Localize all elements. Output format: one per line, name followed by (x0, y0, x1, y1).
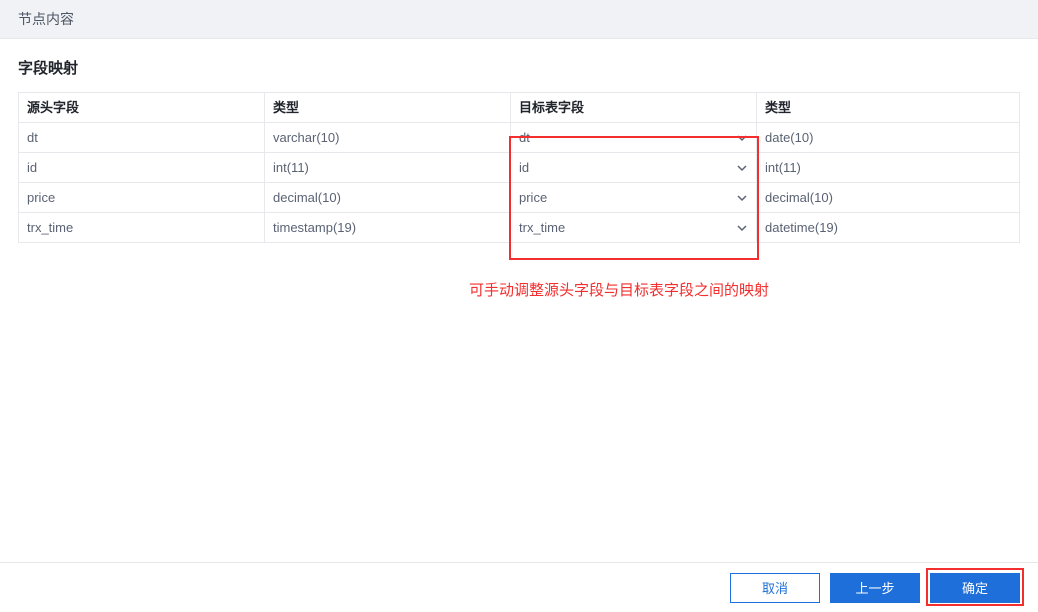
col-source-type: 类型 (265, 93, 511, 123)
chevron-down-icon (736, 132, 748, 144)
target-field-value: price (519, 184, 547, 212)
target-field-select[interactable]: id (511, 153, 756, 182)
dialog-header: 节点内容 (0, 0, 1038, 39)
dialog-content: 字段映射 源头字段 类型 目标表字段 类型 dt varchar(10) dt (0, 39, 1038, 243)
dialog-footer: 取消 上一步 确定 (0, 562, 1038, 612)
table-row: price decimal(10) price decimal(10) (19, 183, 1020, 213)
target-field-value: trx_time (519, 214, 565, 242)
chevron-down-icon (736, 222, 748, 234)
target-type-cell: datetime(19) (757, 213, 1020, 243)
target-field-value: id (519, 154, 529, 182)
chevron-down-icon (736, 192, 748, 204)
target-field-select[interactable]: price (511, 183, 756, 212)
annotation-text: 可手动调整源头字段与目标表字段之间的映射 (469, 279, 769, 300)
target-field-cell[interactable]: price (511, 183, 757, 213)
target-field-value: dt (519, 124, 530, 152)
col-target-field: 目标表字段 (511, 93, 757, 123)
cancel-button[interactable]: 取消 (730, 573, 820, 603)
dialog-title: 节点内容 (18, 11, 74, 27)
target-field-select[interactable]: dt (511, 123, 756, 152)
table-row: id int(11) id int(11) (19, 153, 1020, 183)
target-type-cell: decimal(10) (757, 183, 1020, 213)
target-field-cell[interactable]: id (511, 153, 757, 183)
target-type-cell: int(11) (757, 153, 1020, 183)
target-type-cell: date(10) (757, 123, 1020, 153)
confirm-button[interactable]: 确定 (930, 573, 1020, 603)
col-source-field: 源头字段 (19, 93, 265, 123)
target-field-cell[interactable]: dt (511, 123, 757, 153)
source-type-cell: decimal(10) (265, 183, 511, 213)
section-title: 字段映射 (18, 57, 1020, 78)
table-row: trx_time timestamp(19) trx_time datetime… (19, 213, 1020, 243)
source-type-cell: timestamp(19) (265, 213, 511, 243)
target-field-select[interactable]: trx_time (511, 213, 756, 242)
prev-step-button[interactable]: 上一步 (830, 573, 920, 603)
source-field-cell: trx_time (19, 213, 265, 243)
target-field-cell[interactable]: trx_time (511, 213, 757, 243)
col-target-type: 类型 (757, 93, 1020, 123)
source-type-cell: int(11) (265, 153, 511, 183)
table-row: dt varchar(10) dt date(10) (19, 123, 1020, 153)
chevron-down-icon (736, 162, 748, 174)
field-mapping-table: 源头字段 类型 目标表字段 类型 dt varchar(10) dt (18, 92, 1020, 243)
source-field-cell: dt (19, 123, 265, 153)
source-field-cell: id (19, 153, 265, 183)
source-type-cell: varchar(10) (265, 123, 511, 153)
table-header-row: 源头字段 类型 目标表字段 类型 (19, 93, 1020, 123)
source-field-cell: price (19, 183, 265, 213)
